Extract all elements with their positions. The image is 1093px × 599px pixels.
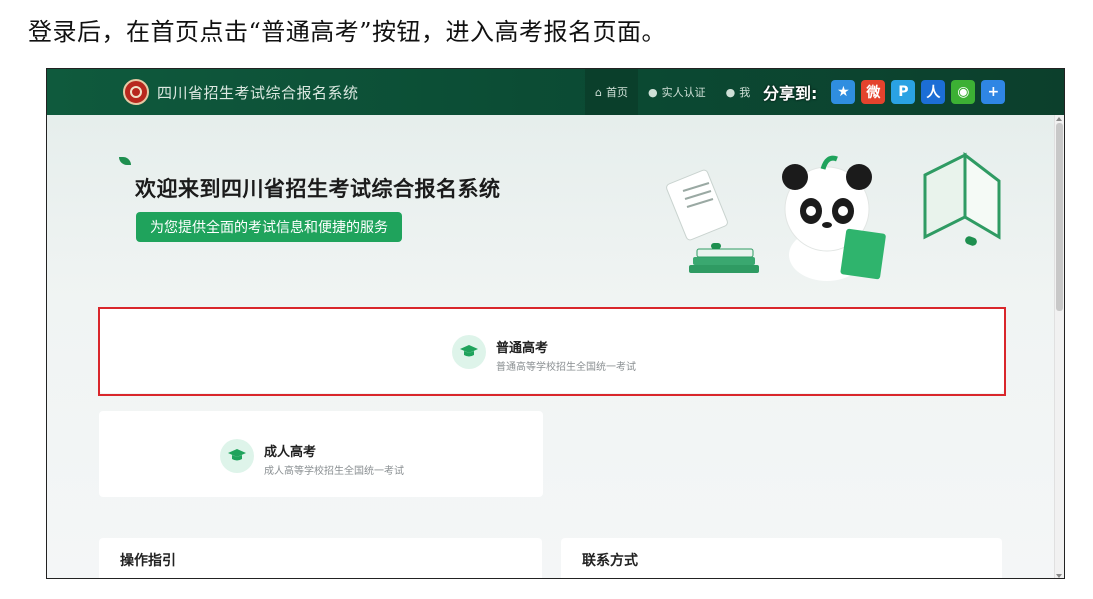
contact-section: 联系方式 <box>561 538 1002 578</box>
hero-tagline: 为您提供全面的考试信息和便捷的服务 <box>136 212 402 242</box>
nav-item-real-name-auth[interactable]: ● 实人认证 <box>638 69 716 115</box>
site-logo <box>123 79 149 105</box>
highlight-annotation-box <box>98 307 1006 396</box>
hero-title: 欢迎来到四川省招生考试综合报名系统 <box>135 177 501 201</box>
contact-title: 联系方式 <box>582 553 638 569</box>
more-share-icon[interactable]: + <box>981 80 1006 104</box>
exam-card-adult[interactable]: 成人高考 成人高等学校招生全国统一考试 <box>99 411 543 497</box>
wechat-icon[interactable]: ◉ <box>951 80 976 104</box>
leaf-decoration <box>119 157 131 165</box>
home-icon: ⌂ <box>595 85 602 99</box>
share-label: 分享到: <box>763 84 818 103</box>
nav-item-label: 我 <box>739 86 751 99</box>
exam-title: 成人高考 <box>264 445 317 460</box>
book-stack-icon <box>689 248 759 273</box>
scrollbar-thumb[interactable] <box>1056 123 1063 311</box>
top-navbar: 四川省招生考试综合报名系统 ⌂ 首页 ● 实人认证 ● 我 分享到: ★ 微 P… <box>47 69 1064 115</box>
main-content: 欢迎来到四川省招生考试综合报名系统 为您提供全面的考试信息和便捷的服务 普通高考… <box>47 115 1055 578</box>
scroll-down-icon[interactable] <box>1056 574 1062 578</box>
tencent-weibo-icon[interactable]: P <box>891 80 916 104</box>
user-icon: ● <box>647 85 658 99</box>
vertical-scrollbar[interactable] <box>1054 115 1064 578</box>
weibo-icon[interactable]: 微 <box>861 80 886 104</box>
scroll-up-icon[interactable] <box>1056 117 1062 121</box>
browser-screenshot: 四川省招生考试综合报名系统 ⌂ 首页 ● 实人认证 ● 我 分享到: ★ 微 P… <box>46 68 1065 579</box>
nav-menu: ⌂ 首页 ● 实人认证 ● 我 <box>585 69 760 115</box>
guide-title: 操作指引 <box>120 553 176 569</box>
graduation-cap-icon <box>220 439 254 473</box>
guide-section: 操作指引 <box>99 538 542 578</box>
open-book-icon <box>923 151 1001 240</box>
panda-icon <box>782 155 886 281</box>
document-instruction: 登录后，在首页点击“普通高考”按钮，进入高考报名页面。 <box>28 18 667 46</box>
exam-description: 成人高等学校招生全国统一考试 <box>264 466 404 477</box>
renren-icon[interactable]: 人 <box>921 80 946 104</box>
nav-item-label: 实人认证 <box>661 86 706 99</box>
share-bar: 分享到: ★ 微 P 人 ◉ + <box>763 75 1006 109</box>
user-icon: ● <box>725 85 736 99</box>
nav-item-home[interactable]: ⌂ 首页 <box>585 69 638 115</box>
nav-item-mine[interactable]: ● 我 <box>716 69 761 115</box>
qzone-icon[interactable]: ★ <box>831 80 856 104</box>
nav-item-label: 首页 <box>605 86 628 99</box>
site-title: 四川省招生考试综合报名系统 <box>157 84 359 102</box>
paper-scroll-icon <box>666 169 728 241</box>
panda-illustration <box>666 151 1001 281</box>
